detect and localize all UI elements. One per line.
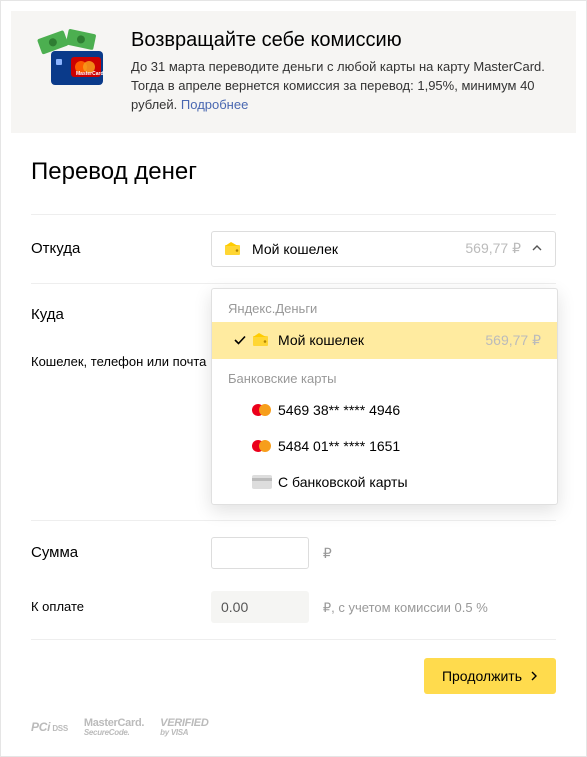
to-row: Куда Кошелек, телефон или почта Яндекс.Д… — [31, 283, 556, 480]
wallet-icon — [252, 332, 278, 348]
chevron-right-icon — [530, 668, 538, 684]
amount-input[interactable] — [211, 537, 309, 569]
total-label: К оплате — [31, 599, 211, 614]
from-select[interactable]: Мой кошелек 569,77 ₽ — [211, 231, 556, 267]
from-label: Откуда — [31, 240, 211, 257]
from-selected-balance: 569,77 ₽ — [465, 240, 521, 257]
amount-label: Сумма — [31, 544, 211, 561]
footer-row: Продолжить — [31, 639, 556, 712]
chevron-up-icon — [531, 241, 543, 257]
amount-row: Сумма ₽ — [31, 520, 556, 585]
promo-text: До 31 марта переводите деньги с любой ка… — [131, 58, 556, 115]
check-icon — [228, 333, 252, 347]
dropdown-group-yandex: Яндекс.Деньги — [212, 289, 557, 322]
mastercard-securecode-badge: MasterCard. SecureCode. — [84, 718, 144, 737]
continue-button[interactable]: Продолжить — [424, 658, 556, 694]
promo-banner: MasterCard Возвращайте себе комиссию До … — [11, 11, 576, 133]
total-row: К оплате 0.00 ₽, с учетом комиссии 0.5 % — [31, 585, 556, 639]
from-selected-name: Мой кошелек — [252, 241, 465, 257]
promo-title: Возвращайте себе комиссию — [131, 29, 556, 52]
total-value: 0.00 — [211, 591, 309, 623]
dropdown-item-wallet[interactable]: Мой кошелек 569,77 ₽ — [212, 322, 557, 359]
fee-text: ₽, с учетом комиссии 0.5 % — [323, 600, 488, 615]
verified-by-visa-badge: VERIFIED by VISA — [160, 718, 208, 737]
promo-illustration: MasterCard — [31, 29, 113, 89]
from-row: Откуда Мой кошелек 569,77 ₽ — [31, 214, 556, 283]
svg-text:MasterCard: MasterCard — [76, 71, 104, 77]
from-dropdown-panel: Яндекс.Деньги — [211, 288, 558, 505]
wallet-icon — [224, 241, 242, 257]
to-sublabel: Кошелек, телефон или почта — [31, 353, 211, 371]
mastercard-icon — [252, 440, 278, 452]
mastercard-icon — [252, 404, 278, 416]
page-title: Перевод денег — [31, 158, 556, 186]
dropdown-item-card2[interactable]: 5484 01** **** 1651 — [212, 428, 557, 464]
card-icon — [252, 475, 278, 489]
dropdown-item-other-card[interactable]: С банковской карты — [212, 464, 557, 504]
pci-dss-badge: PCi DSS — [31, 721, 68, 733]
dropdown-item-card1[interactable]: 5469 38** **** 4946 — [212, 392, 557, 428]
security-badges: PCi DSS MasterCard. SecureCode. VERIFIED… — [31, 712, 556, 737]
promo-more-link[interactable]: Подробнее — [181, 97, 248, 112]
currency-symbol: ₽ — [323, 545, 332, 561]
dropdown-group-cards: Банковские карты — [212, 359, 557, 392]
to-label: Куда — [31, 300, 211, 323]
